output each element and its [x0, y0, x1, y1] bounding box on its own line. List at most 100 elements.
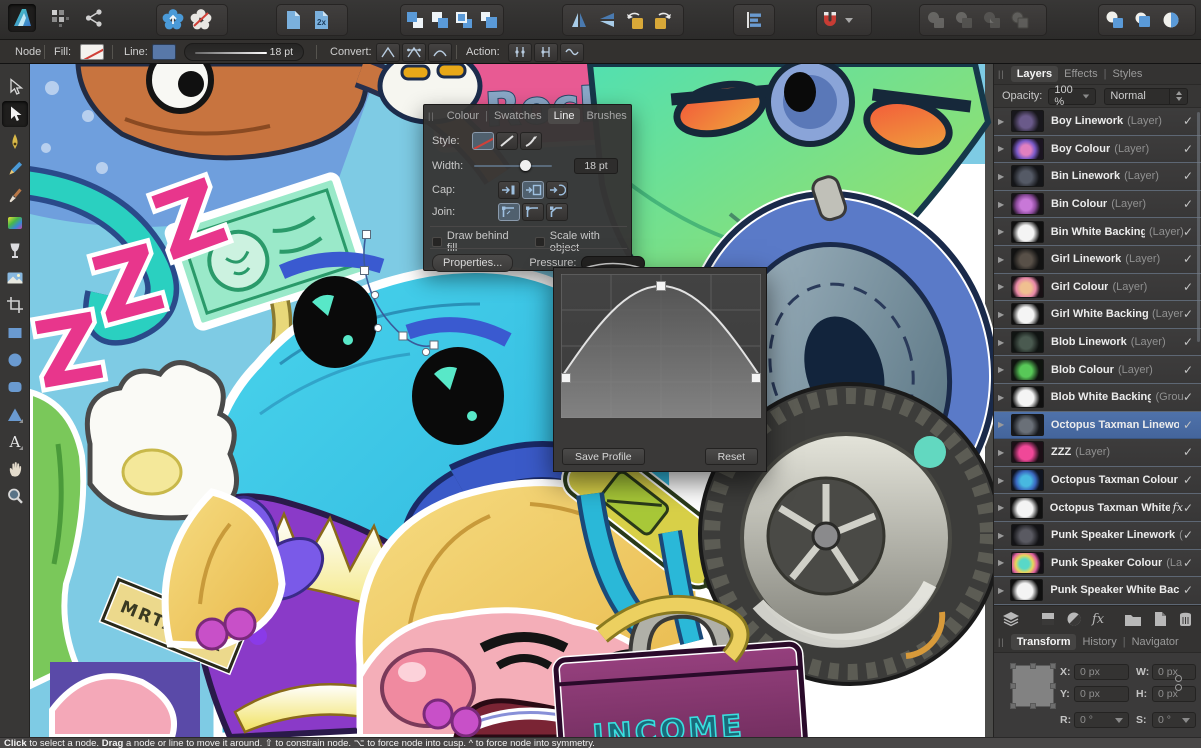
- disclosure-icon[interactable]: ▶: [998, 310, 1011, 319]
- boolean-subtract-button[interactable]: [950, 6, 978, 34]
- layer-row[interactable]: ▶Bin Colour(Layer): [994, 191, 1201, 219]
- layer-row[interactable]: ▶Blob Linework(Layer): [994, 329, 1201, 357]
- disclosure-icon[interactable]: ▶: [998, 531, 1011, 540]
- boolean-divide-button[interactable]: [1006, 6, 1034, 34]
- link-wh-icon[interactable]: [1175, 675, 1183, 697]
- fill-swatch[interactable]: [80, 44, 104, 60]
- join-bevel-button[interactable]: [546, 203, 568, 221]
- curve-handle-left[interactable]: [562, 374, 571, 383]
- cap-round-button[interactable]: [546, 181, 568, 199]
- style-flower-button[interactable]: [159, 6, 187, 34]
- insert-behind-button[interactable]: [1101, 6, 1129, 34]
- zoom-tool[interactable]: [2, 483, 28, 509]
- layer-row[interactable]: ▶Punk Speaker Linework(: [994, 522, 1201, 550]
- layers-scrollbar[interactable]: [1197, 112, 1200, 342]
- convert-smooth-button[interactable]: [402, 43, 426, 62]
- new-document-button[interactable]: [279, 6, 307, 34]
- disclosure-icon[interactable]: ▶: [998, 420, 1011, 429]
- visibility-checkmark[interactable]: [1183, 142, 1193, 156]
- line-swatch[interactable]: [152, 44, 176, 60]
- anchor-point-selector[interactable]: [1012, 665, 1054, 707]
- boolean-intersect-button[interactable]: [978, 6, 1006, 34]
- visibility-checkmark[interactable]: [1183, 280, 1193, 294]
- panel-grip-icon[interactable]: ||: [998, 69, 1005, 79]
- place-image-tool[interactable]: [2, 265, 28, 291]
- to-front-button[interactable]: [477, 6, 502, 34]
- style-solid-button[interactable]: [496, 132, 518, 150]
- gradient-tool[interactable]: [2, 210, 28, 236]
- save-profile-button[interactable]: Save Profile: [562, 448, 645, 465]
- disclosure-icon[interactable]: ▶: [998, 172, 1011, 181]
- disclosure-icon[interactable]: ▶: [998, 365, 1011, 374]
- curve-handle-right[interactable]: [752, 374, 761, 383]
- snapping-button[interactable]: [816, 4, 872, 36]
- visibility-checkmark[interactable]: [1183, 445, 1193, 459]
- panel-grip-icon[interactable]: ||: [998, 637, 1005, 647]
- h-field[interactable]: 0 px: [1152, 686, 1196, 702]
- vector-brush-tool[interactable]: [2, 183, 28, 209]
- layer-row-selected[interactable]: ▶Octopus Taxman Linewo: [994, 412, 1201, 440]
- tab-navigator[interactable]: Navigator: [1126, 634, 1185, 650]
- fx-badge[interactable]: fx: [1173, 501, 1183, 514]
- visibility-checkmark[interactable]: [1183, 335, 1193, 349]
- disclosure-icon[interactable]: ▶: [998, 117, 1011, 126]
- r-combo[interactable]: 0 °: [1074, 712, 1129, 728]
- forward-one-button[interactable]: [428, 6, 453, 34]
- snapping-dropdown-arrow[interactable]: [845, 18, 853, 23]
- w-field[interactable]: 0 px: [1152, 664, 1196, 680]
- visibility-checkmark[interactable]: [1183, 556, 1193, 570]
- layer-row[interactable]: ▶Bin White Backing(Layer): [994, 218, 1201, 246]
- join-round-button[interactable]: [522, 203, 544, 221]
- y-field[interactable]: 0 px: [1074, 686, 1129, 702]
- boolean-add-button[interactable]: [922, 6, 950, 34]
- disclosure-icon[interactable]: ▶: [998, 338, 1011, 347]
- disclosure-icon[interactable]: ▶: [998, 282, 1011, 291]
- export-persona-button[interactable]: [80, 4, 108, 32]
- opacity-combo[interactable]: 100 %: [1048, 88, 1096, 105]
- tab-layers[interactable]: Layers: [1011, 66, 1058, 82]
- insert-inside-button[interactable]: [1157, 6, 1185, 34]
- join-miter-button[interactable]: [498, 203, 520, 221]
- draw-behind-fill-checkbox[interactable]: [432, 237, 442, 247]
- tab-colour[interactable]: Colour: [441, 108, 485, 124]
- visibility-checkmark[interactable]: [1183, 390, 1193, 404]
- layer-effects-icon[interactable]: fx: [1092, 612, 1104, 627]
- rotate-cw-button[interactable]: [649, 6, 677, 34]
- visibility-checkmark[interactable]: [1183, 418, 1193, 432]
- tab-effects[interactable]: Effects: [1058, 66, 1103, 82]
- ellipse-tool[interactable]: [2, 347, 28, 373]
- adjustment-layer-icon[interactable]: [1066, 611, 1082, 627]
- add-layer-icon[interactable]: [1152, 611, 1168, 627]
- visibility-checkmark[interactable]: [1183, 114, 1193, 128]
- stroke-width-slider[interactable]: 18 pt: [184, 43, 304, 61]
- panel-grip-icon[interactable]: ||: [428, 111, 435, 121]
- scale-with-object-checkbox[interactable]: [535, 237, 545, 247]
- blend-mode-combo[interactable]: Normal: [1104, 88, 1188, 105]
- move-tool[interactable]: [2, 74, 28, 100]
- cap-square-button[interactable]: [522, 181, 544, 199]
- flip-horizontal-button[interactable]: [565, 6, 593, 34]
- layer-row[interactable]: ▶Boy Linework(Layer): [994, 108, 1201, 136]
- layers-stack-icon[interactable]: [1002, 611, 1020, 627]
- disclosure-icon[interactable]: ▶: [998, 144, 1011, 153]
- x-field[interactable]: 0 px: [1074, 664, 1129, 680]
- tab-styles[interactable]: Styles: [1106, 66, 1148, 82]
- disclosure-icon[interactable]: ▶: [998, 200, 1011, 209]
- disclosure-icon[interactable]: ▶: [998, 448, 1011, 457]
- tab-line[interactable]: Line: [548, 108, 581, 124]
- layer-row[interactable]: ▶Girl White Backing(Layer: [994, 301, 1201, 329]
- rotate-ccw-button[interactable]: [621, 6, 649, 34]
- disclosure-icon[interactable]: ▶: [998, 476, 1011, 485]
- convert-sharp-button[interactable]: [376, 43, 400, 62]
- width-slider[interactable]: [474, 159, 552, 173]
- insert-on-top-button[interactable]: [1129, 6, 1157, 34]
- style-none-button[interactable]: [472, 132, 494, 150]
- layer-row[interactable]: ▶Octopus Taxman Colour: [994, 467, 1201, 495]
- vector-crop-tool[interactable]: [2, 292, 28, 318]
- disclosure-icon[interactable]: ▶: [998, 393, 1011, 402]
- pen-tool[interactable]: [2, 129, 28, 155]
- visibility-checkmark[interactable]: [1183, 169, 1193, 183]
- tab-transform[interactable]: Transform: [1011, 634, 1077, 650]
- disclosure-icon[interactable]: ▶: [998, 255, 1011, 264]
- view-tool[interactable]: [2, 456, 28, 482]
